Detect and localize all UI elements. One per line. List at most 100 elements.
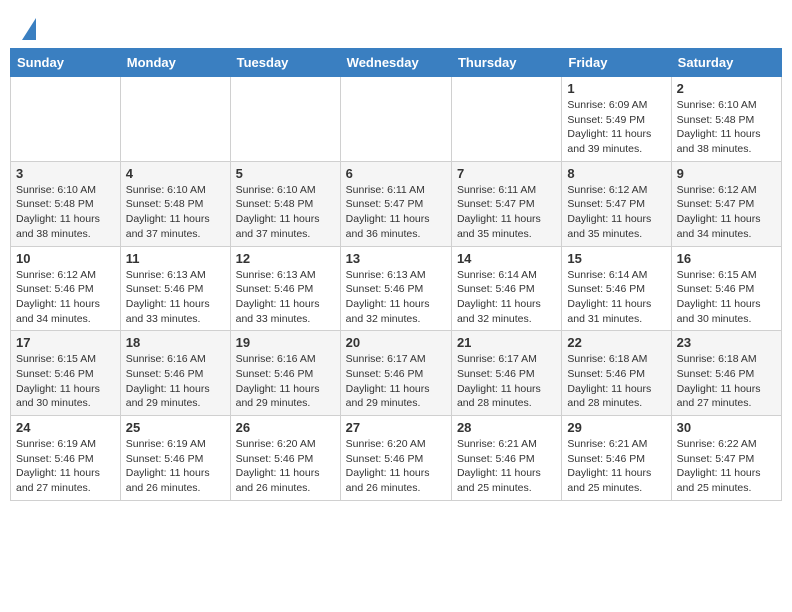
- day-info: Sunrise: 6:21 AM Sunset: 5:46 PM Dayligh…: [567, 437, 665, 496]
- calendar-week-row: 24 Sunrise: 6:19 AM Sunset: 5:46 PM Dayli…: [11, 416, 782, 501]
- day-number: 1: [567, 81, 665, 96]
- day-number: 14: [457, 251, 556, 266]
- calendar-cell: 30 Sunrise: 6:22 AM Sunset: 5:47 PM Dayli…: [671, 416, 781, 501]
- day-number: 21: [457, 335, 556, 350]
- calendar-cell: 4 Sunrise: 6:10 AM Sunset: 5:48 PM Daylig…: [120, 161, 230, 246]
- calendar-week-row: 10 Sunrise: 6:12 AM Sunset: 5:46 PM Dayli…: [11, 246, 782, 331]
- day-number: 19: [236, 335, 335, 350]
- day-number: 10: [16, 251, 115, 266]
- header-thursday: Thursday: [451, 49, 561, 77]
- day-info: Sunrise: 6:10 AM Sunset: 5:48 PM Dayligh…: [126, 183, 225, 242]
- calendar-cell: [120, 77, 230, 162]
- calendar-cell: 1 Sunrise: 6:09 AM Sunset: 5:49 PM Daylig…: [562, 77, 671, 162]
- day-number: 11: [126, 251, 225, 266]
- day-number: 17: [16, 335, 115, 350]
- day-info: Sunrise: 6:11 AM Sunset: 5:47 PM Dayligh…: [346, 183, 446, 242]
- header-saturday: Saturday: [671, 49, 781, 77]
- day-info: Sunrise: 6:16 AM Sunset: 5:46 PM Dayligh…: [126, 352, 225, 411]
- calendar-cell: 21 Sunrise: 6:17 AM Sunset: 5:46 PM Dayli…: [451, 331, 561, 416]
- calendar-cell: 23 Sunrise: 6:18 AM Sunset: 5:46 PM Dayli…: [671, 331, 781, 416]
- day-info: Sunrise: 6:21 AM Sunset: 5:46 PM Dayligh…: [457, 437, 556, 496]
- calendar-cell: 9Sunrise: 6:12 AM Sunset: 5:47 PM Daylig…: [671, 161, 781, 246]
- day-number: 22: [567, 335, 665, 350]
- day-number: 18: [126, 335, 225, 350]
- day-info: Sunrise: 6:10 AM Sunset: 5:48 PM Dayligh…: [677, 98, 776, 157]
- header-monday: Monday: [120, 49, 230, 77]
- day-info: Sunrise: 6:19 AM Sunset: 5:46 PM Dayligh…: [16, 437, 115, 496]
- calendar-cell: 18 Sunrise: 6:16 AM Sunset: 5:46 PM Dayli…: [120, 331, 230, 416]
- day-number: 12: [236, 251, 335, 266]
- calendar-cell: 20 Sunrise: 6:17 AM Sunset: 5:46 PM Dayli…: [340, 331, 451, 416]
- day-number: 15: [567, 251, 665, 266]
- day-info: Sunrise: 6:13 AM Sunset: 5:46 PM Dayligh…: [126, 268, 225, 327]
- calendar-cell: [340, 77, 451, 162]
- day-info: Sunrise: 6:11 AM Sunset: 5:47 PM Dayligh…: [457, 183, 556, 242]
- calendar-cell: 11 Sunrise: 6:13 AM Sunset: 5:46 PM Dayli…: [120, 246, 230, 331]
- day-info: Sunrise: 6:12 AM Sunset: 5:47 PM Dayligh…: [567, 183, 665, 242]
- calendar-table: SundayMondayTuesdayWednesdayThursdayFrid…: [10, 48, 782, 501]
- calendar-cell: 6 Sunrise: 6:11 AM Sunset: 5:47 PM Daylig…: [340, 161, 451, 246]
- day-number: 30: [677, 420, 776, 435]
- calendar-cell: 3 Sunrise: 6:10 AM Sunset: 5:48 PM Daylig…: [11, 161, 121, 246]
- day-number: 25: [126, 420, 225, 435]
- day-info: Sunrise: 6:18 AM Sunset: 5:46 PM Dayligh…: [567, 352, 665, 411]
- header-friday: Friday: [562, 49, 671, 77]
- day-number: 16: [677, 251, 776, 266]
- day-info: Sunrise: 6:17 AM Sunset: 5:46 PM Dayligh…: [346, 352, 446, 411]
- day-number: 27: [346, 420, 446, 435]
- calendar-week-row: 17 Sunrise: 6:15 AM Sunset: 5:46 PM Dayli…: [11, 331, 782, 416]
- day-info: Sunrise: 6:09 AM Sunset: 5:49 PM Dayligh…: [567, 98, 665, 157]
- day-number: 29: [567, 420, 665, 435]
- calendar-cell: 26 Sunrise: 6:20 AM Sunset: 5:46 PM Dayli…: [230, 416, 340, 501]
- day-info: Sunrise: 6:14 AM Sunset: 5:46 PM Dayligh…: [567, 268, 665, 327]
- calendar-cell: 28 Sunrise: 6:21 AM Sunset: 5:46 PM Dayli…: [451, 416, 561, 501]
- day-number: 5: [236, 166, 335, 181]
- calendar-cell: 17 Sunrise: 6:15 AM Sunset: 5:46 PM Dayli…: [11, 331, 121, 416]
- day-info: Sunrise: 6:17 AM Sunset: 5:46 PM Dayligh…: [457, 352, 556, 411]
- day-number: 7: [457, 166, 556, 181]
- logo: [20, 16, 36, 40]
- calendar-cell: 29 Sunrise: 6:21 AM Sunset: 5:46 PM Dayli…: [562, 416, 671, 501]
- calendar-cell: 27 Sunrise: 6:20 AM Sunset: 5:46 PM Dayli…: [340, 416, 451, 501]
- day-info: Sunrise: 6:18 AM Sunset: 5:46 PM Dayligh…: [677, 352, 776, 411]
- calendar-cell: [451, 77, 561, 162]
- calendar-cell: [11, 77, 121, 162]
- day-info: Sunrise: 6:20 AM Sunset: 5:46 PM Dayligh…: [346, 437, 446, 496]
- calendar-cell: 5 Sunrise: 6:10 AM Sunset: 5:48 PM Daylig…: [230, 161, 340, 246]
- calendar-cell: 25Sunrise: 6:19 AM Sunset: 5:46 PM Dayli…: [120, 416, 230, 501]
- day-info: Sunrise: 6:13 AM Sunset: 5:46 PM Dayligh…: [236, 268, 335, 327]
- day-info: Sunrise: 6:10 AM Sunset: 5:48 PM Dayligh…: [236, 183, 335, 242]
- calendar-cell: 22 Sunrise: 6:18 AM Sunset: 5:46 PM Dayli…: [562, 331, 671, 416]
- day-info: Sunrise: 6:12 AM Sunset: 5:46 PM Dayligh…: [16, 268, 115, 327]
- calendar-cell: 12 Sunrise: 6:13 AM Sunset: 5:46 PM Dayli…: [230, 246, 340, 331]
- day-info: Sunrise: 6:20 AM Sunset: 5:46 PM Dayligh…: [236, 437, 335, 496]
- calendar-cell: 7 Sunrise: 6:11 AM Sunset: 5:47 PM Daylig…: [451, 161, 561, 246]
- day-info: Sunrise: 6:14 AM Sunset: 5:46 PM Dayligh…: [457, 268, 556, 327]
- calendar-cell: 15 Sunrise: 6:14 AM Sunset: 5:46 PM Dayli…: [562, 246, 671, 331]
- day-info: Sunrise: 6:15 AM Sunset: 5:46 PM Dayligh…: [677, 268, 776, 327]
- day-info: Sunrise: 6:10 AM Sunset: 5:48 PM Dayligh…: [16, 183, 115, 242]
- day-number: 2: [677, 81, 776, 96]
- day-number: 6: [346, 166, 446, 181]
- calendar-week-row: 3 Sunrise: 6:10 AM Sunset: 5:48 PM Daylig…: [11, 161, 782, 246]
- day-number: 3: [16, 166, 115, 181]
- day-number: 23: [677, 335, 776, 350]
- day-info: Sunrise: 6:15 AM Sunset: 5:46 PM Dayligh…: [16, 352, 115, 411]
- calendar-cell: 2 Sunrise: 6:10 AM Sunset: 5:48 PM Daylig…: [671, 77, 781, 162]
- day-number: 20: [346, 335, 446, 350]
- day-number: 26: [236, 420, 335, 435]
- day-number: 28: [457, 420, 556, 435]
- logo-triangle-icon: [22, 18, 36, 40]
- day-number: 9: [677, 166, 776, 181]
- day-info: Sunrise: 6:16 AM Sunset: 5:46 PM Dayligh…: [236, 352, 335, 411]
- header-tuesday: Tuesday: [230, 49, 340, 77]
- calendar-cell: 13 Sunrise: 6:13 AM Sunset: 5:46 PM Dayli…: [340, 246, 451, 331]
- day-number: 4: [126, 166, 225, 181]
- day-number: 8: [567, 166, 665, 181]
- calendar-cell: 19 Sunrise: 6:16 AM Sunset: 5:46 PM Dayli…: [230, 331, 340, 416]
- header-sunday: Sunday: [11, 49, 121, 77]
- day-number: 24: [16, 420, 115, 435]
- day-number: 13: [346, 251, 446, 266]
- day-info: Sunrise: 6:22 AM Sunset: 5:47 PM Dayligh…: [677, 437, 776, 496]
- day-info: Sunrise: 6:13 AM Sunset: 5:46 PM Dayligh…: [346, 268, 446, 327]
